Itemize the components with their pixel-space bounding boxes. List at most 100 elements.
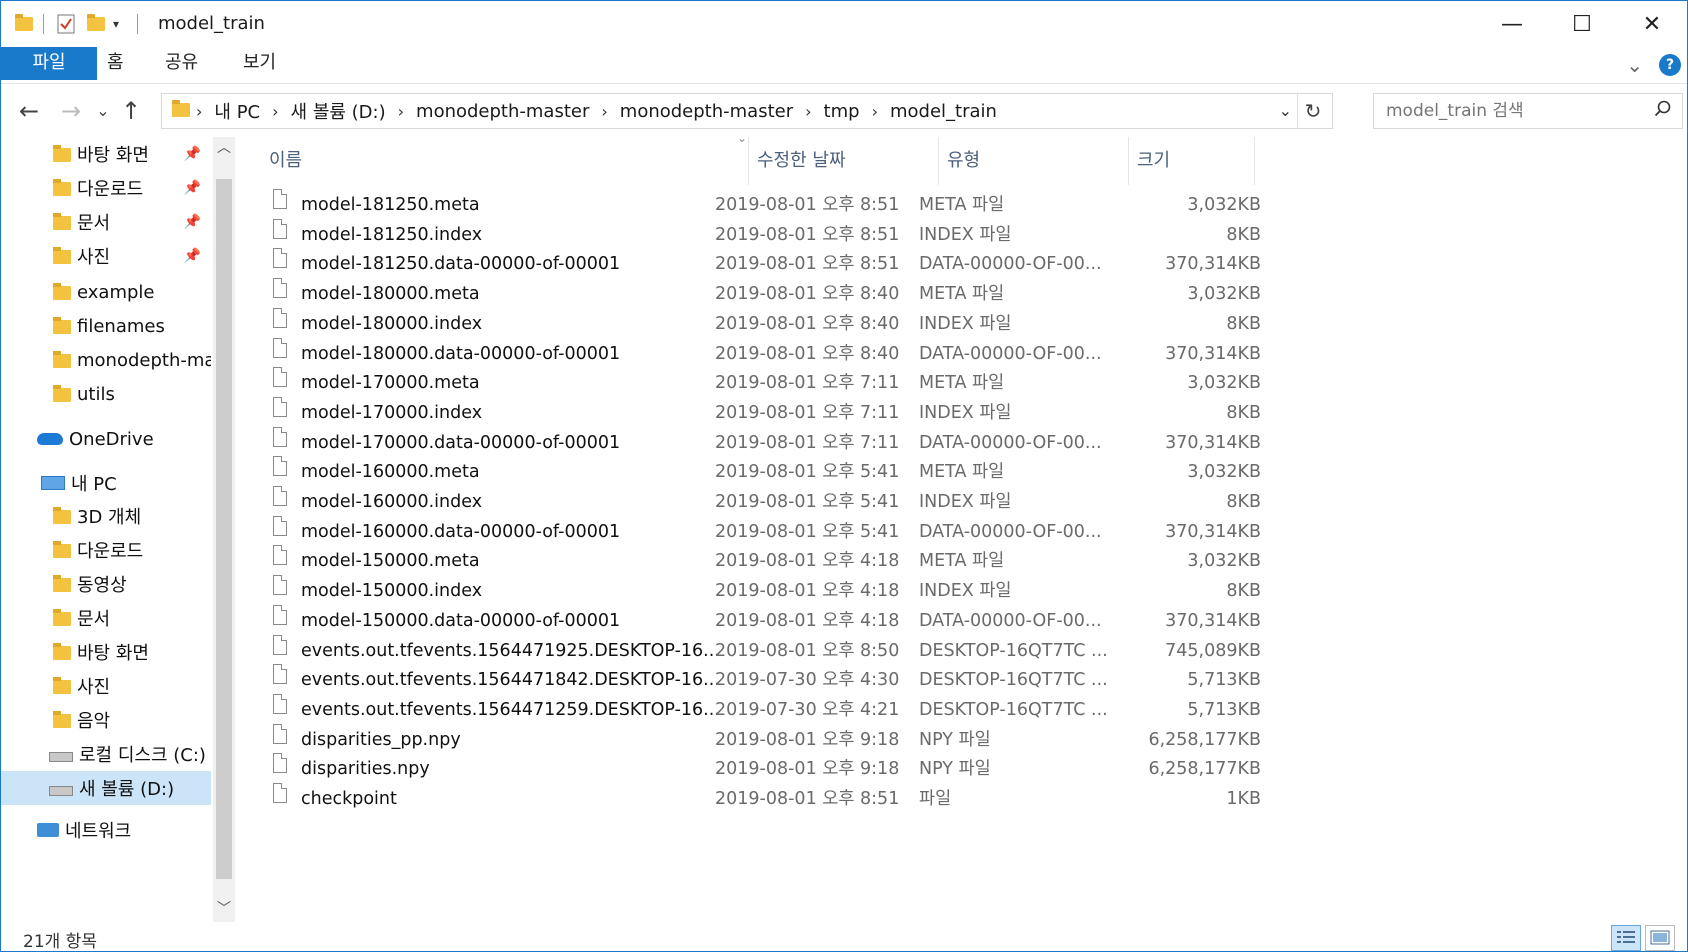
column-header-size[interactable]: 크기 <box>1129 137 1255 185</box>
sidebar-item[interactable]: 동영상 <box>1 567 211 601</box>
file-row[interactable]: disparities_pp.npy 2019-08-01 오후 9:18 NPY … <box>261 723 1261 756</box>
expand-ribbon-chevron-icon[interactable]: ⌄ <box>1626 53 1643 77</box>
large-icons-view-button[interactable] <box>1645 925 1675 951</box>
file-size: 6,258,177KB <box>1148 759 1261 780</box>
file-row[interactable]: disparities.npy 2019-08-01 오후 9:18 NPY 파일 6… <box>261 753 1261 785</box>
breadcrumb-separator-icon[interactable]: › <box>595 102 613 121</box>
breadcrumb-separator-icon[interactable]: › <box>266 102 284 121</box>
maximize-button[interactable]: ☐ <box>1547 1 1617 47</box>
tab-view[interactable]: 보기 <box>237 47 282 79</box>
quick-access-folder-icon[interactable] <box>15 13 33 35</box>
sidebar-item[interactable]: filenames <box>1 309 211 343</box>
column-header-type[interactable]: 유형 <box>939 137 1129 185</box>
file-row[interactable]: model-181250.meta 2019-08-01 오후 8:51 META … <box>261 189 1261 221</box>
file-row[interactable]: model-160000.index 2019-08-01 오후 5:41 INDE… <box>261 486 1261 518</box>
recent-locations-chevron-icon[interactable]: ⌄ <box>89 97 117 125</box>
sidebar-item[interactable]: 사진 📌 <box>1 239 211 273</box>
file-name: model-160000.index <box>301 492 483 512</box>
navigation-pane-scrollbar[interactable]: ︿ ﹀ <box>213 137 235 922</box>
file-row[interactable]: events.out.tfevents.1564471259.DESKTOP-1… <box>261 693 1261 726</box>
sidebar-item[interactable]: 다운로드 📌 <box>1 171 211 205</box>
file-row[interactable]: events.out.tfevents.1564471925.DESKTOP-1… <box>261 634 1261 667</box>
refresh-icon[interactable]: ↻ <box>1297 94 1328 128</box>
tab-file[interactable]: 파일 <box>1 47 97 80</box>
file-row[interactable]: model-160000.data-00000-of-00001 2019-08-… <box>261 515 1261 548</box>
sidebar-item[interactable]: 다운로드 <box>1 533 211 567</box>
file-date: 2019-08-01 오후 8:40 <box>715 343 900 364</box>
breadcrumb-separator-icon[interactable]: › <box>799 102 817 121</box>
sidebar-item[interactable]: 문서 <box>1 601 211 635</box>
close-button[interactable]: ✕ <box>1617 1 1687 47</box>
breadcrumb-separator-icon[interactable]: › <box>392 102 410 121</box>
pin-icon[interactable]: 📌 <box>184 214 201 230</box>
search-box[interactable] <box>1373 93 1683 129</box>
column-header-date[interactable]: 수정한 날짜 <box>749 137 939 185</box>
pin-icon[interactable]: 📌 <box>184 146 201 162</box>
breadcrumb-item[interactable]: tmp <box>818 101 866 122</box>
sidebar-item[interactable]: utils <box>1 377 211 411</box>
breadcrumb-separator-icon[interactable]: › <box>190 102 208 121</box>
sidebar-item[interactable]: 사진 <box>1 669 211 703</box>
file-row[interactable]: model-170000.data-00000-of-00001 2019-08-… <box>261 426 1261 459</box>
breadcrumb-separator-icon[interactable]: › <box>866 102 884 121</box>
sidebar-item[interactable]: monodepth-master <box>1 343 211 377</box>
help-icon[interactable]: ? <box>1659 54 1681 76</box>
tab-share[interactable]: 공유 <box>159 47 204 79</box>
tab-home[interactable]: 홈 <box>101 47 130 79</box>
scrollbar-thumb[interactable] <box>216 179 232 879</box>
pin-icon[interactable]: 📌 <box>184 180 201 196</box>
search-input[interactable] <box>1384 98 1638 124</box>
file-row[interactable]: model-150000.meta 2019-08-01 오후 4:18 META … <box>261 545 1261 577</box>
file-row[interactable]: model-150000.index 2019-08-01 오후 4:18 INDE… <box>261 575 1261 607</box>
breadcrumb-item[interactable]: monodepth-master <box>614 101 799 122</box>
file-row[interactable]: model-180000.data-00000-of-00001 2019-08-… <box>261 337 1261 370</box>
sidebar-item[interactable]: OneDrive <box>1 422 211 456</box>
customize-quick-access-chevron-icon[interactable]: ▾ <box>113 13 119 35</box>
file-row[interactable]: model-180000.meta 2019-08-01 오후 8:40 META … <box>261 278 1261 310</box>
column-header-name[interactable]: 이름 <box>261 137 749 185</box>
sidebar-item-label: example <box>77 281 155 303</box>
new-folder-icon[interactable] <box>87 13 105 35</box>
sidebar-item[interactable]: 3D 개체 <box>1 499 211 533</box>
file-row[interactable]: model-150000.data-00000-of-00001 2019-08-… <box>261 604 1261 637</box>
scroll-up-icon[interactable]: ︿ <box>213 137 235 157</box>
sidebar-item[interactable]: 네트워크 <box>1 813 211 847</box>
search-icon[interactable] <box>1654 100 1672 123</box>
minimize-button[interactable]: — <box>1477 1 1547 47</box>
sidebar-item[interactable]: 바탕 화면 <box>1 635 211 669</box>
file-row[interactable]: model-160000.meta 2019-08-01 오후 5:41 META … <box>261 456 1261 488</box>
breadcrumb-item[interactable]: 새 볼륨 (D:) <box>285 98 392 124</box>
breadcrumb-item-current[interactable]: model_train <box>884 101 1003 122</box>
breadcrumb-item[interactable]: 내 PC <box>208 98 266 124</box>
sidebar-item[interactable]: 음악 <box>1 703 211 737</box>
file-date: 2019-08-01 오후 7:11 <box>715 402 900 423</box>
up-arrow-icon[interactable]: ↑ <box>117 97 145 125</box>
back-arrow-icon[interactable]: ← <box>15 97 43 125</box>
address-dropdown-chevron-icon[interactable]: ⌄ <box>1279 94 1292 128</box>
breadcrumb-item[interactable]: monodepth-master <box>410 101 595 122</box>
sidebar-item[interactable]: 로컬 디스크 (C:) <box>1 737 211 771</box>
scroll-down-icon[interactable]: ﹀ <box>213 898 235 918</box>
sidebar-item[interactable]: 바탕 화면 📌 <box>1 137 211 171</box>
pin-icon[interactable]: 📌 <box>184 248 201 264</box>
sidebar-item[interactable]: example <box>1 275 211 309</box>
file-type: DESKTOP-16QT7TC ... <box>919 640 1108 661</box>
forward-arrow-icon[interactable]: → <box>57 97 85 125</box>
address-bar[interactable]: › 내 PC › 새 볼륨 (D:) › monodepth-master › … <box>161 93 1333 129</box>
properties-icon[interactable] <box>57 13 75 35</box>
file-icon <box>273 575 287 596</box>
drive-icon <box>49 752 73 762</box>
file-row[interactable]: model-170000.meta 2019-08-01 오후 7:11 META … <box>261 367 1261 399</box>
file-row[interactable]: events.out.tfevents.1564471842.DESKTOP-1… <box>261 664 1261 696</box>
file-row[interactable]: model-181250.index 2019-08-01 오후 8:51 INDE… <box>261 218 1261 251</box>
sidebar-item[interactable]: 문서 📌 <box>1 205 211 239</box>
details-view-button[interactable] <box>1611 925 1641 951</box>
pictures-folder-icon <box>53 247 71 264</box>
file-size: 3,032KB <box>1187 195 1261 215</box>
file-row[interactable]: model-170000.index 2019-08-01 오후 7:11 INDE… <box>261 396 1261 429</box>
file-row[interactable]: model-181250.data-00000-of-00001 2019-08-… <box>261 248 1261 280</box>
file-row[interactable]: model-180000.index 2019-08-01 오후 8:40 INDE… <box>261 307 1261 340</box>
sidebar-item[interactable]: 내 PC <box>1 466 211 500</box>
file-row[interactable]: checkpoint 2019-08-01 오후 8:51 파일 1KB <box>261 783 1261 815</box>
sidebar-item[interactable]: 새 볼륨 (D:) <box>1 771 211 805</box>
